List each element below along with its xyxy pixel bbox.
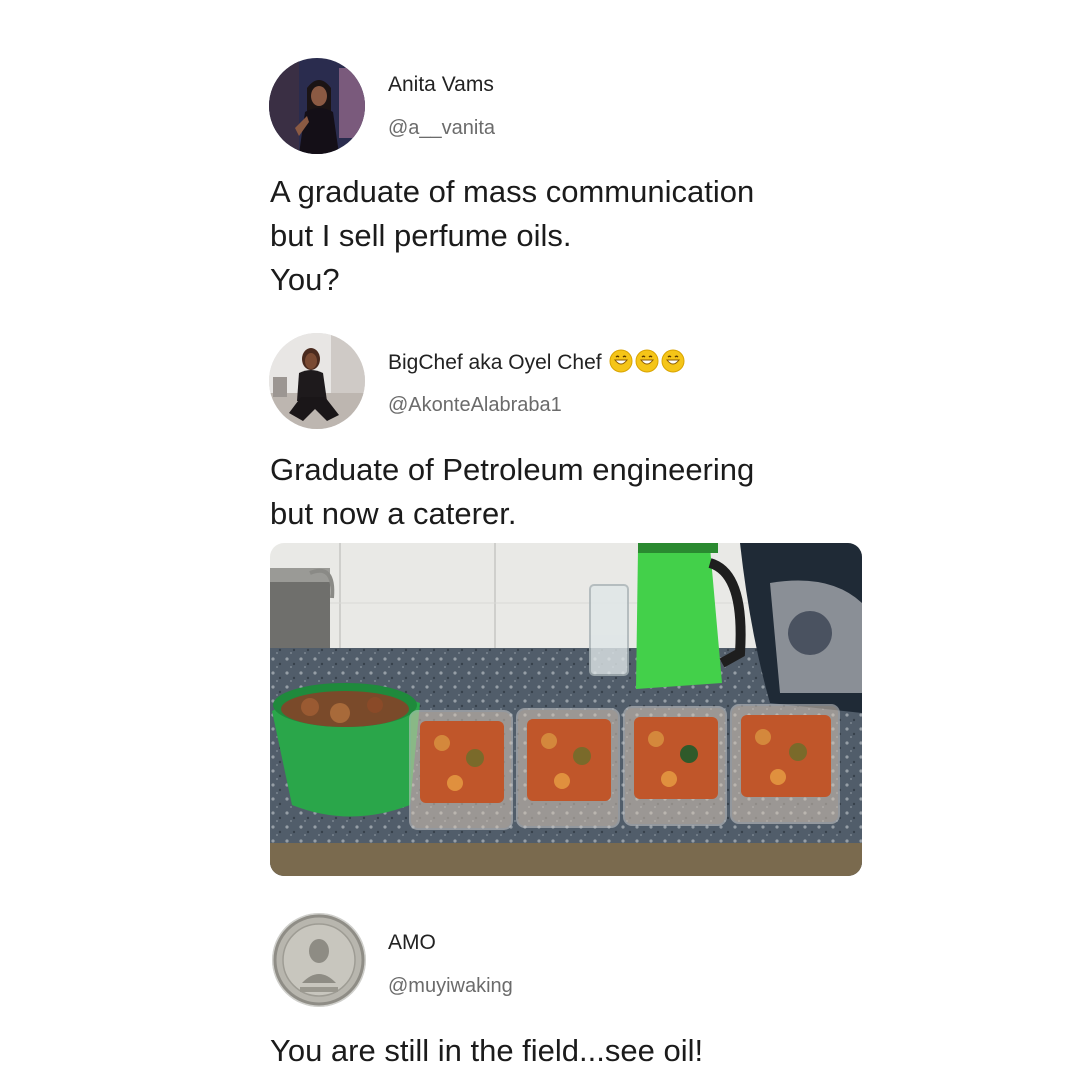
tweet-text: You are still in the field...see oil! [270,1029,703,1073]
profile-photo-woman-dark-dress [269,58,365,154]
tweet-text-line: You are still in the field...see oil! [270,1033,704,1068]
tweet-text-line: but I sell perfume oils. [270,218,572,253]
grinning-face-emoji [661,349,685,373]
tweet-text-line: A graduate of mass communication [270,174,755,209]
tweet-text-line: but now a caterer. [270,496,517,531]
profile-photo-woman-seated [269,333,365,429]
tweet-text-line: You? [270,262,340,297]
photo-food-containers-on-kitchen-counter [270,543,862,876]
display-name-row: BigChef aka Oyel Chef [388,349,685,375]
user-handle[interactable]: @AkonteAlabraba1 [388,394,562,417]
user-handle[interactable]: @muyiwaking [388,975,513,998]
user-handle[interactable]: @a__vanita [388,117,495,140]
tweet-text: A graduate of mass communication but I s… [270,170,754,302]
avatar-anita-vams[interactable] [269,58,365,154]
grinning-face-emoji [609,349,633,373]
silver-coin-portrait [272,913,366,1007]
avatar-bigchef[interactable] [269,333,365,429]
grinning-face-emoji [635,349,659,373]
tweet-media-photo[interactable] [270,543,862,876]
display-name[interactable]: Anita Vams [388,73,494,97]
display-name[interactable]: BigChef aka Oyel Chef [388,351,602,374]
tweet-text-line: Graduate of Petroleum engineering [270,452,755,487]
avatar-amo[interactable] [272,913,366,1007]
tweet-text: Graduate of Petroleum engineering but no… [270,448,754,536]
display-name[interactable]: AMO [388,931,436,955]
